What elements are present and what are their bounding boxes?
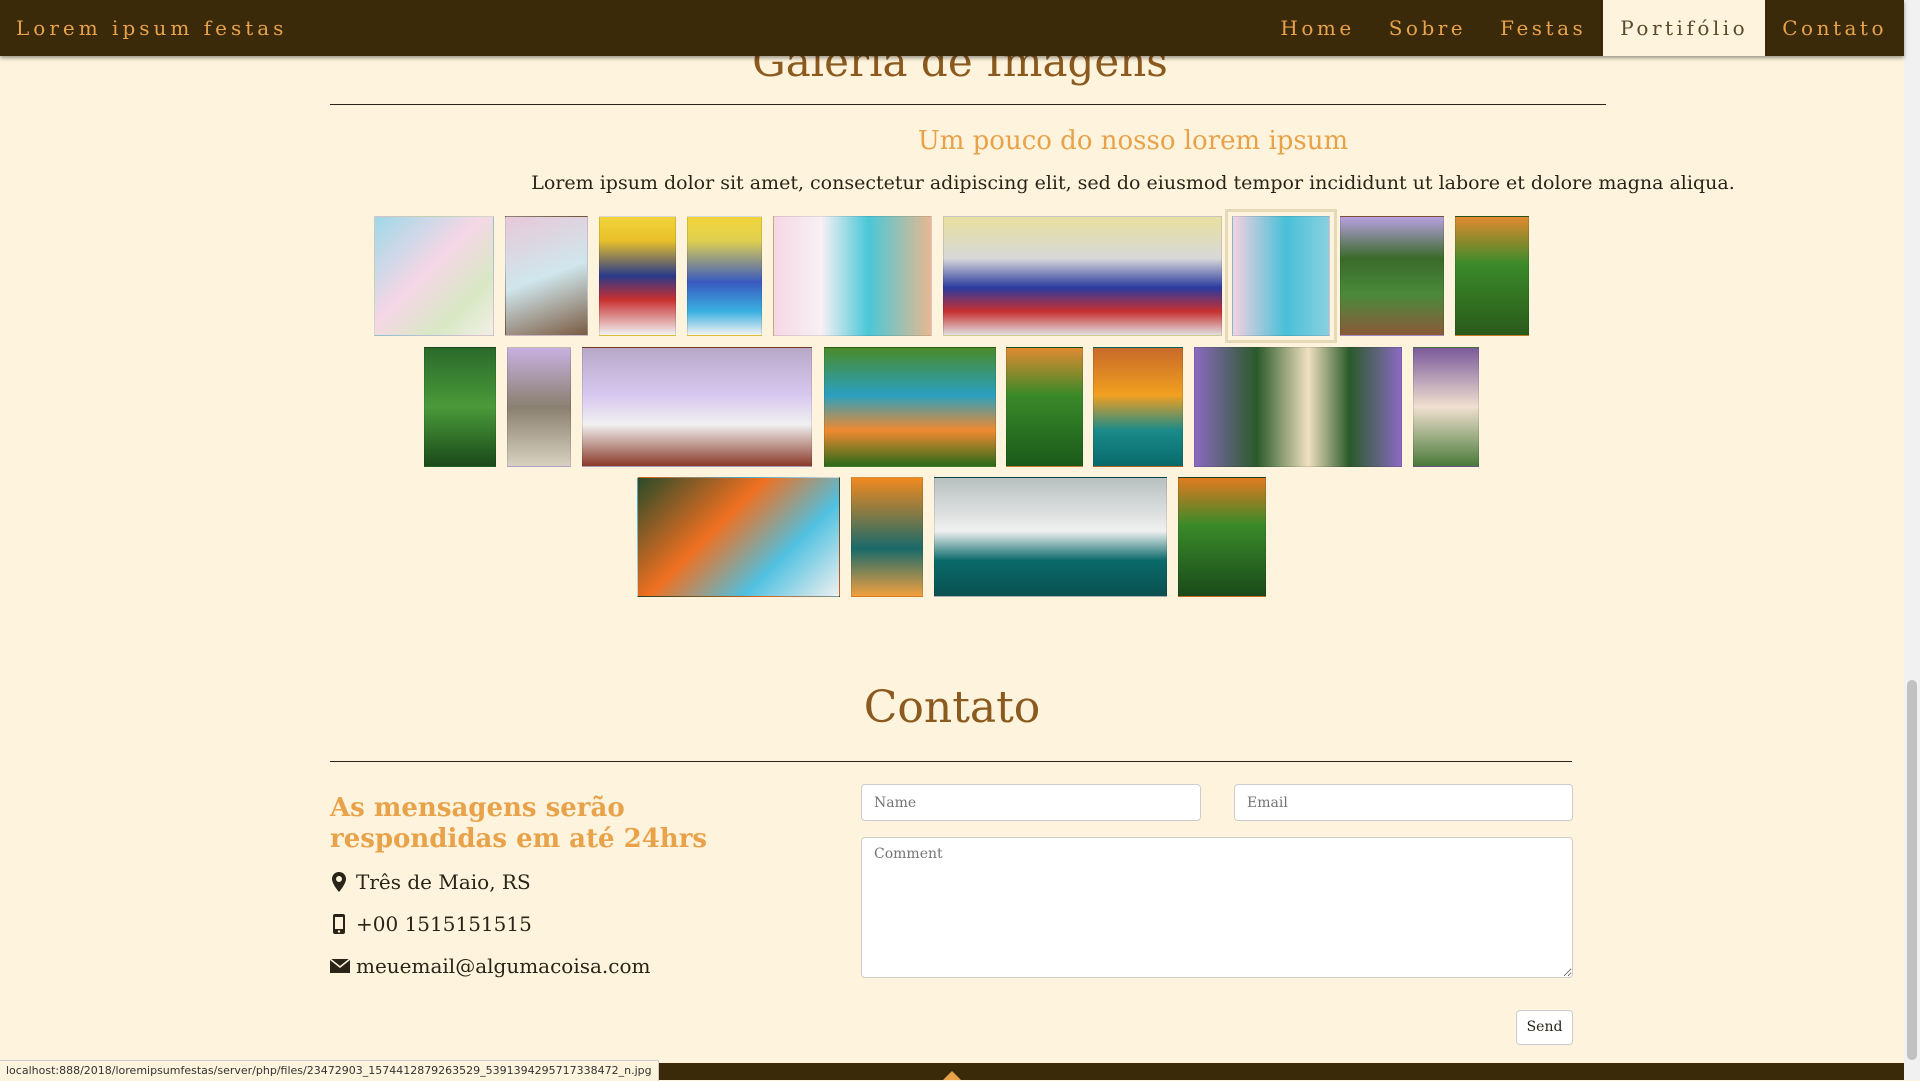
browser-status-url: localhost:888/2018/loremipsumfestas/serv… xyxy=(0,1060,659,1081)
phone-icon xyxy=(330,913,348,935)
gallery-photo[interactable] xyxy=(1194,347,1402,467)
page-scrollbar[interactable] xyxy=(1904,0,1920,1080)
brand-link[interactable]: Lorem ipsum festas xyxy=(16,0,287,56)
gallery-subtitle: Um pouco do nosso lorem ipsum xyxy=(917,126,1349,156)
nav-link-home[interactable]: Home xyxy=(1263,0,1371,56)
gallery-photo[interactable] xyxy=(637,477,840,597)
scrollbar-thumb[interactable] xyxy=(1907,680,1917,1060)
gallery-photo[interactable] xyxy=(943,216,1222,336)
nav-links: Home Sobre Festas Portifólio Contato xyxy=(1263,0,1904,56)
phone-text: +00 1515151515 xyxy=(356,912,532,936)
gallery-description: Lorem ipsum dolor sit amet, consectetur … xyxy=(531,172,1735,194)
contact-title: Contato xyxy=(863,682,1041,733)
contact-email: meuemail@algumacoisa.com xyxy=(329,954,651,978)
gallery-photo[interactable] xyxy=(687,216,762,336)
gallery-photo[interactable] xyxy=(934,477,1167,597)
map-marker-icon xyxy=(330,871,348,893)
contact-phone: +00 1515151515 xyxy=(330,912,532,936)
name-input[interactable] xyxy=(861,784,1201,821)
gallery-photo[interactable] xyxy=(505,216,588,336)
navbar: Lorem ipsum festas Home Sobre Festas Por… xyxy=(0,0,1904,56)
gallery-photo[interactable] xyxy=(824,347,996,467)
email-text: meuemail@algumacoisa.com xyxy=(356,954,651,978)
gallery-photo[interactable] xyxy=(1413,347,1479,467)
gallery-photo[interactable] xyxy=(582,347,812,467)
gallery-photo[interactable] xyxy=(424,347,496,467)
gallery-photo[interactable] xyxy=(1455,216,1529,336)
gallery-photo[interactable] xyxy=(599,216,676,336)
send-button[interactable]: Send xyxy=(1516,1010,1573,1045)
contact-response-note: As mensagens serão respondidas em até 24… xyxy=(330,793,708,854)
envelope-icon xyxy=(329,955,351,977)
gallery-photo[interactable] xyxy=(374,216,494,336)
gallery-photo[interactable] xyxy=(1093,347,1183,467)
contact-location: Três de Maio, RS xyxy=(330,870,531,894)
comment-textarea[interactable] xyxy=(861,837,1573,978)
nav-link-portifolio[interactable]: Portifólio xyxy=(1603,0,1766,56)
gallery-photo[interactable] xyxy=(1006,347,1083,467)
gallery-photo[interactable] xyxy=(851,477,923,597)
scroll-top-arrow-icon[interactable] xyxy=(943,1071,961,1080)
contact-divider xyxy=(330,761,1572,762)
gallery-photo[interactable] xyxy=(1225,209,1337,343)
location-text: Três de Maio, RS xyxy=(356,870,531,894)
gallery-divider xyxy=(330,104,1606,105)
email-input[interactable] xyxy=(1234,784,1573,821)
gallery-photo[interactable] xyxy=(773,216,932,336)
gallery-photo[interactable] xyxy=(507,347,571,467)
gallery-photo[interactable] xyxy=(1178,477,1266,597)
gallery-photo[interactable] xyxy=(1340,216,1444,336)
nav-link-sobre[interactable]: Sobre xyxy=(1372,0,1483,56)
nav-link-contato[interactable]: Contato xyxy=(1765,0,1904,56)
nav-link-festas[interactable]: Festas xyxy=(1483,0,1603,56)
